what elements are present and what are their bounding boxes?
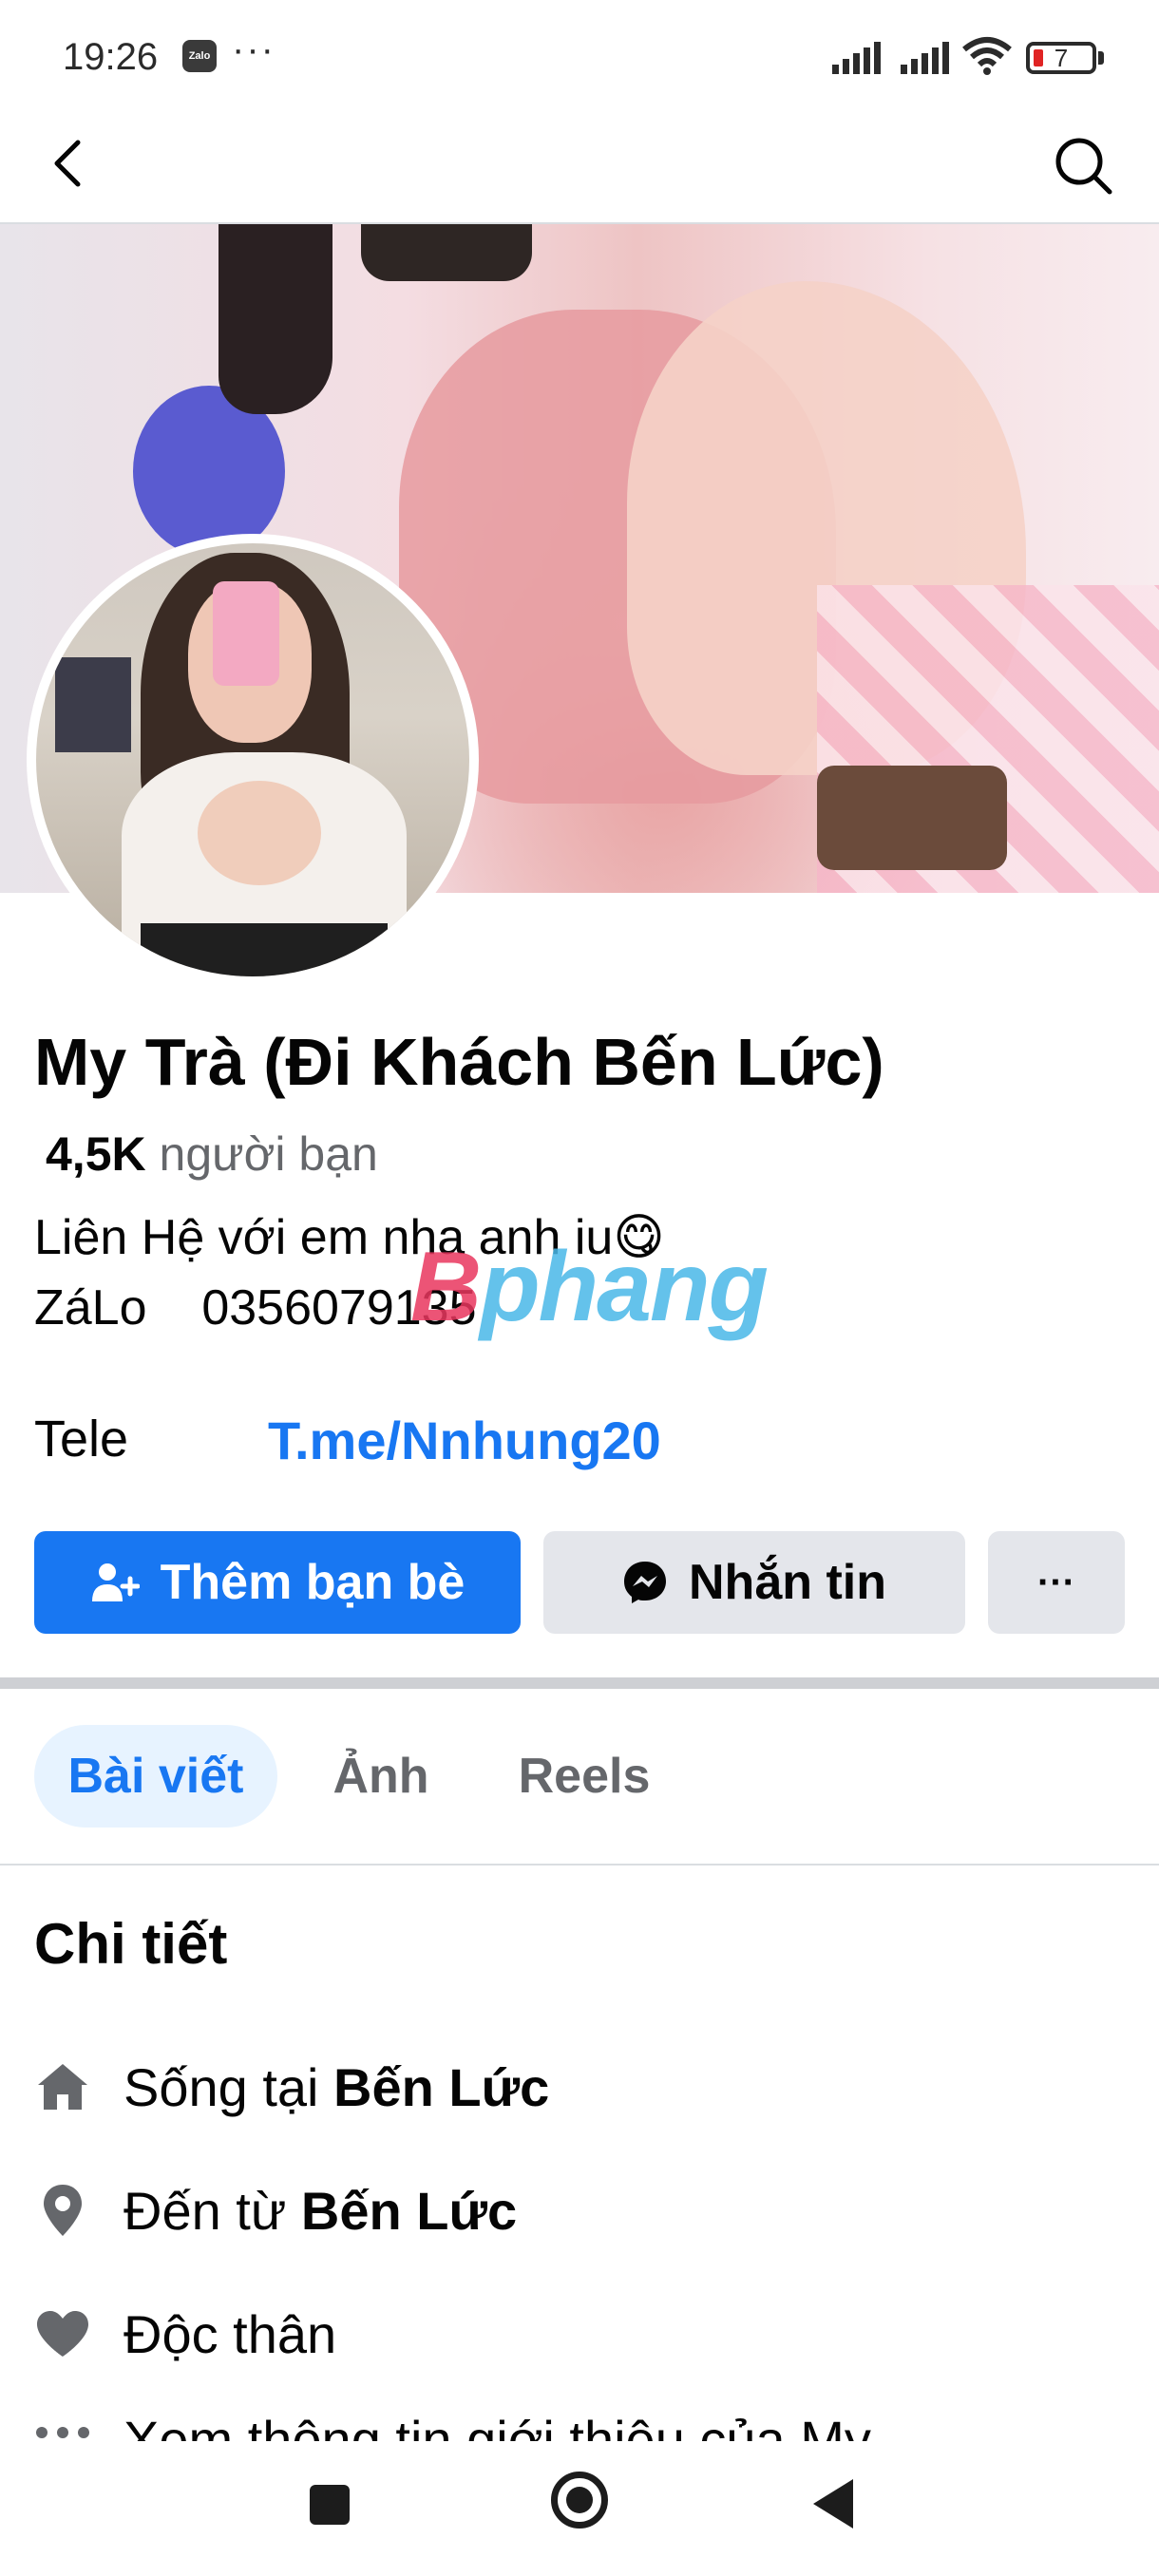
detail-from[interactable]: Đến từ Bến Lức xyxy=(34,2168,517,2253)
profile-tabs: Bài viết Ảnh Reels xyxy=(0,1689,1159,1866)
system-nav-bar xyxy=(0,2441,1159,2576)
see-more-label: Xem thông tin giới thiệu của My xyxy=(124,2413,871,2441)
see-more-about[interactable]: Xem thông tin giới thiệu của My xyxy=(0,2413,1159,2441)
battery-level: 7 xyxy=(1054,44,1069,72)
search-icon[interactable] xyxy=(1051,133,1115,198)
more-options-button[interactable]: ··· xyxy=(988,1531,1125,1634)
tab-posts[interactable]: Bài viết xyxy=(34,1725,277,1828)
add-friend-icon xyxy=(91,1563,140,1601)
watermark-logo: Bphang xyxy=(410,1232,769,1342)
add-friend-label: Thêm bạn bè xyxy=(160,1555,466,1610)
message-button[interactable]: Nhắn tin xyxy=(543,1531,965,1634)
more-options-icon: ··· xyxy=(1037,1561,1075,1603)
more-dots-icon xyxy=(36,2427,89,2438)
friends-count-label: người bạn xyxy=(145,1127,378,1181)
status-time: 19:26 xyxy=(63,36,159,78)
details-title: Chi tiết xyxy=(34,1912,228,1976)
more-notifications-icon: ··· xyxy=(232,28,276,70)
wifi-icon xyxy=(962,37,1012,75)
message-label: Nhắn tin xyxy=(689,1555,886,1610)
tele-label: Tele xyxy=(34,1411,129,1468)
status-bar: 19:26 Zalo ··· 7 xyxy=(0,0,1159,112)
from-prefix: Đến từ xyxy=(124,2180,301,2241)
signal-icon xyxy=(832,42,881,74)
tele-link[interactable]: T.me/Nnhung20 xyxy=(268,1410,661,1471)
from-place: Bến Lức xyxy=(300,2180,518,2241)
profile-avatar[interactable] xyxy=(27,534,479,986)
tab-reels[interactable]: Reels xyxy=(504,1725,665,1828)
top-nav xyxy=(0,112,1159,224)
lives-prefix: Sống tại xyxy=(124,2056,334,2117)
detail-relationship[interactable]: Độc thân xyxy=(34,2291,336,2377)
lives-place: Bến Lức xyxy=(333,2056,550,2117)
relationship-status: Độc thân xyxy=(124,2303,337,2364)
zalo-notification-icon: Zalo xyxy=(182,40,217,72)
home-button[interactable] xyxy=(551,2472,608,2529)
heart-icon xyxy=(34,2305,91,2362)
messenger-icon xyxy=(624,1562,666,1603)
home-icon xyxy=(34,2058,91,2115)
friends-count[interactable]: 4,5K người bạn xyxy=(46,1127,378,1182)
add-friend-button[interactable]: Thêm bạn bè xyxy=(34,1531,521,1634)
friends-count-number: 4,5K xyxy=(46,1127,146,1181)
section-divider xyxy=(0,1677,1159,1689)
tab-photos[interactable]: Ảnh xyxy=(310,1725,452,1828)
detail-lives-in[interactable]: Sống tại Bến Lức xyxy=(34,2044,549,2130)
chevron-left-icon[interactable] xyxy=(38,133,99,194)
recents-button[interactable] xyxy=(310,2485,350,2525)
location-pin-icon xyxy=(34,2182,91,2239)
signal-icon-2 xyxy=(901,42,949,74)
battery-icon: 7 xyxy=(1026,42,1096,74)
profile-name: My Trà (Đi Khách Bến Lức) xyxy=(34,1025,884,1099)
back-button[interactable] xyxy=(813,2479,853,2529)
